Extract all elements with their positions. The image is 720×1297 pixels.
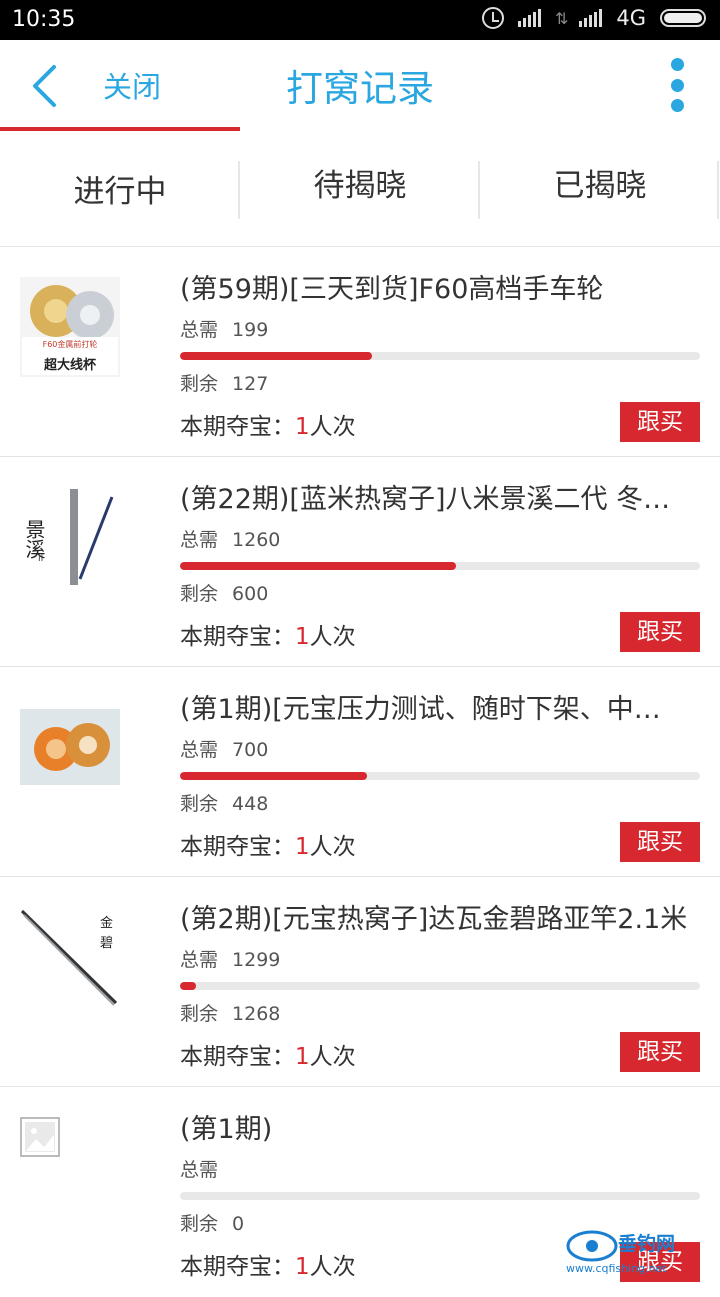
item-title: (第1期): [180, 1114, 273, 1145]
progress-bar: [180, 562, 700, 570]
image-placeholder-icon: [20, 1117, 60, 1157]
progress-fill: [180, 562, 456, 570]
item-remaining: 剩余 127: [180, 373, 269, 395]
item-remaining: 剩余 600: [180, 583, 269, 605]
progress-fill: [180, 982, 196, 990]
item-total-need: 总需 1260: [180, 529, 281, 551]
site-watermark: 垂钓网 www.cqfishing.net: [566, 1230, 675, 1275]
signal-icon: [517, 9, 541, 27]
product-thumbnail-line-spool: [20, 709, 120, 785]
progress-bar: [180, 772, 700, 780]
alarm-icon: [481, 7, 504, 29]
item-total-need: 总需 199: [180, 319, 269, 341]
item-treasure-count: 本期夺宝：1人次: [180, 414, 356, 440]
progress-fill: [180, 772, 368, 780]
network-type: 4G: [616, 6, 646, 30]
list-item[interactable]: F60金属前打轮 超大线杯 (第59期)[三天到货]F60高档手车轮 总需 199…: [0, 247, 720, 457]
product-thumbnail-reel: F60金属前打轮 超大线杯: [20, 277, 120, 377]
thumb-text-line2: 碧: [100, 936, 113, 951]
status-time: 10:35: [12, 7, 76, 32]
item-remaining: 剩余 0: [180, 1213, 245, 1235]
item-title: (第1期)[元宝压力测试、随时下架、中…: [180, 694, 661, 725]
item-remaining: 剩余 448: [180, 793, 269, 815]
status-icons: ⇅ 4G: [481, 6, 706, 30]
item-title: (第22期)[蓝米热窝子]八米景溪二代 冬…: [180, 484, 671, 515]
thumb-text-line2: II: [38, 554, 43, 564]
more-menu-icon[interactable]: [670, 58, 684, 112]
item-title: (第2期)[元宝热窝子]达瓦金碧路亚竿2.1米: [180, 904, 688, 935]
item-title: (第59期)[三天到货]F60高档手车轮: [180, 274, 604, 305]
tab-in-progress[interactable]: 进行中: [0, 134, 240, 250]
item-remaining: 剩余 1268: [180, 1003, 281, 1025]
watermark-url: www.cqfishing.net: [566, 1262, 667, 1275]
list-item[interactable]: (第1期)[元宝压力测试、随时下架、中… 总需 700 剩余 448 本期夺宝：1人…: [0, 667, 720, 877]
item-total-need: 总需: [180, 1159, 219, 1181]
progress-bar: [180, 352, 700, 360]
progress-fill: [180, 352, 373, 360]
watermark-brand: 垂钓网: [618, 1232, 675, 1255]
item-treasure-count: 本期夺宝：1人次: [180, 1044, 356, 1070]
follow-buy-button[interactable]: 跟买: [620, 1032, 700, 1072]
follow-buy-button[interactable]: 跟买: [620, 822, 700, 862]
signal-icon-2: [579, 9, 603, 27]
item-treasure-count: 本期夺宝：1人次: [180, 1254, 356, 1280]
thumb-text-line2: 超大线杯: [44, 357, 97, 373]
item-treasure-count: 本期夺宝：1人次: [180, 624, 356, 650]
progress-bar: [180, 1192, 700, 1200]
product-thumbnail-rod: 景溪 II: [20, 487, 120, 587]
tab-pending-reveal[interactable]: 待揭晓: [240, 128, 480, 244]
item-total-need: 总需 1299: [180, 949, 281, 971]
status-bar: 10:35 ⇅ 4G: [0, 0, 720, 40]
battery-icon: [660, 9, 706, 27]
follow-buy-button[interactable]: 跟买: [620, 402, 700, 442]
thumb-text-line1: 金: [100, 915, 113, 931]
item-total-need: 总需 700: [180, 739, 269, 761]
thumb-text-line1: F60金属前打轮: [43, 339, 98, 349]
thumb-text-line1: 景溪: [22, 519, 46, 559]
list-item[interactable]: 景溪 II (第22期)[蓝米热窝子]八米景溪二代 冬… 总需 1260 剩余 60…: [0, 457, 720, 667]
page-title: 打窝记录: [286, 67, 434, 110]
data-arrows-icon: ⇅: [554, 8, 569, 28]
title-bar: 关闭 打窝记录: [0, 40, 720, 130]
product-thumbnail-lure-rod: 金 碧: [20, 907, 120, 1007]
progress-bar: [180, 982, 700, 990]
list-item[interactable]: 金 碧 (第2期)[元宝热窝子]达瓦金碧路亚竿2.1米 总需 1299 剩余 126…: [0, 877, 720, 1087]
tab-revealed[interactable]: 已揭晓: [480, 128, 720, 244]
item-treasure-count: 本期夺宝：1人次: [180, 834, 356, 860]
tab-divider: [717, 161, 719, 219]
follow-buy-button[interactable]: 跟买: [620, 612, 700, 652]
tab-bar: 进行中 待揭晓 已揭晓: [0, 131, 720, 247]
record-list: F60金属前打轮 超大线杯 (第59期)[三天到货]F60高档手车轮 总需 199…: [0, 247, 720, 1297]
